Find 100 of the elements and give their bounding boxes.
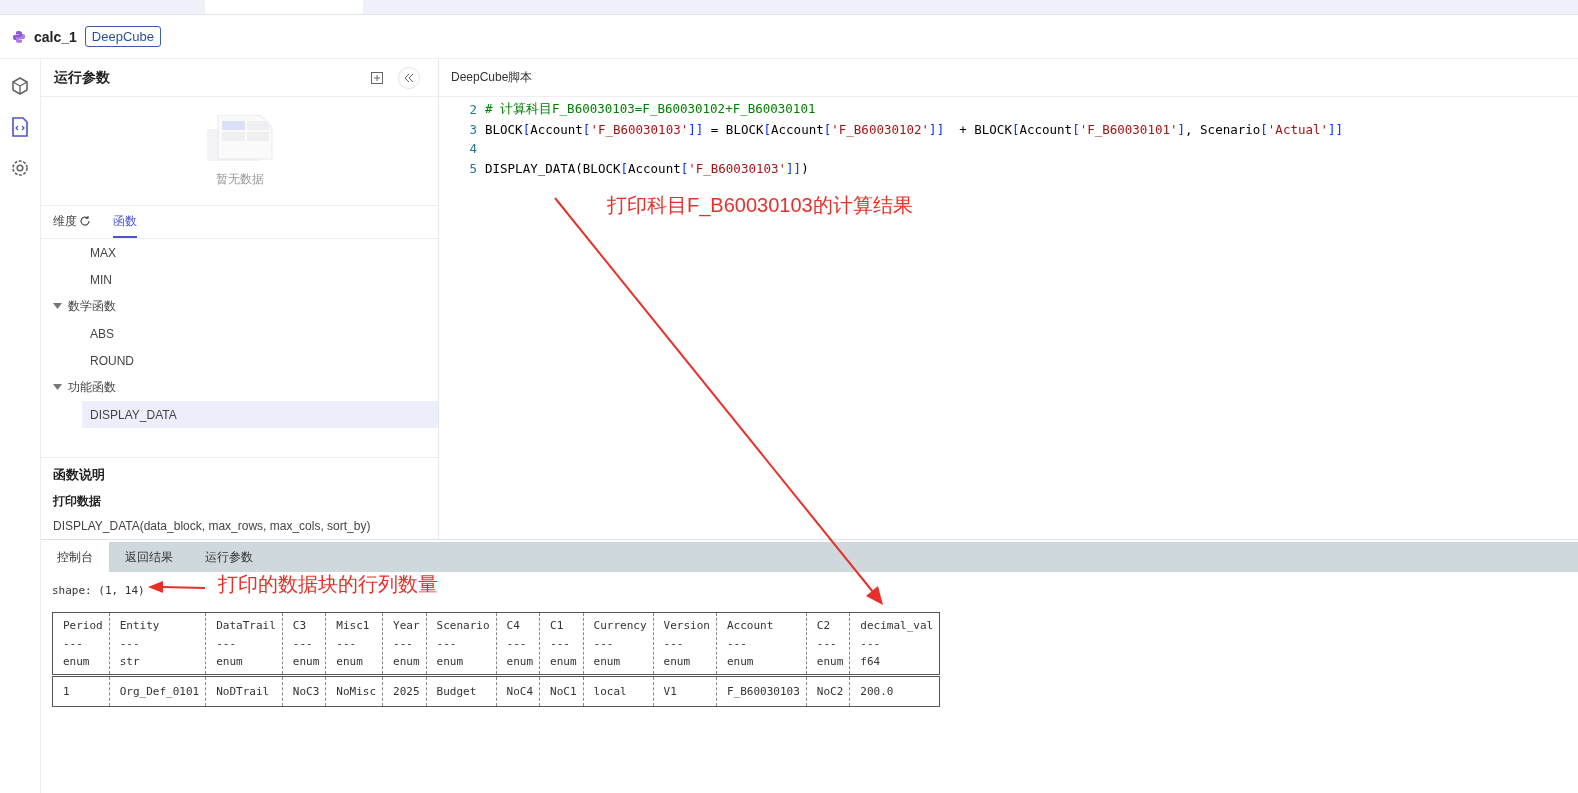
caret-icon[interactable] [53,384,62,391]
column-name: C2 [816,618,832,634]
column-type: enum [393,654,420,670]
table-cell: V1 [653,675,717,707]
shape-text: shape: (1, 14) [52,584,145,597]
tree-group[interactable]: 数学函数 [45,293,438,320]
table-cell: NoDTrail [205,675,283,707]
panel-tab[interactable]: 维度 [53,206,91,238]
refresh-icon[interactable] [79,215,91,227]
column-separator: --- [216,636,238,652]
annotation-text: 打印科目F_B60030103的计算结果 [607,193,913,219]
annotation-text: 打印的数据块的行列数量 [218,572,438,597]
code-line: DISPLAY_DATA(BLOCK[Account['F_B60030103']]) [485,160,809,176]
table-cell: Org_Def_0101 [109,675,206,707]
console-tab[interactable]: 运行参数 [189,542,269,572]
column-separator: --- [816,636,838,652]
settings-icon[interactable] [11,159,29,177]
plus-square-icon[interactable] [371,71,383,84]
column-name: Entity [119,618,161,634]
function-name: 打印数据 [53,493,102,510]
column-type: str [119,654,141,670]
column-type: enum [816,654,844,670]
column-separator: --- [393,636,414,652]
column-separator: --- [292,636,314,652]
column-type: enum [436,654,465,670]
column-type: enum [726,654,755,670]
column-type: enum [336,654,364,670]
table-cell: 1 [52,675,110,707]
code-line: BLOCK[Account['F_B60030103']] = BLOCK[Account['F_B60030102']] + BLOCK[Account['F_B60030101'], Scenario['Actual']] [485,121,1344,137]
column-type: enum [63,654,91,670]
group-label: 功能函数 [68,379,116,396]
engine-tag: DeepCube [84,26,161,47]
column-separator: --- [550,636,571,652]
column-name: Scenario [436,618,490,634]
column-separator: --- [336,636,358,652]
column-separator: --- [119,636,141,652]
table-cell: Budget [426,675,497,707]
panel-tab[interactable]: 函数 [113,206,137,238]
column-separator: --- [860,636,882,652]
column-type: enum [506,654,534,670]
column-name: Year [393,618,420,634]
tree-item[interactable]: MAX [82,239,438,266]
column-type: f64 [860,654,882,670]
line-number: 4 [468,141,478,157]
code-line: # 计算科目F_B60030103=F_B60030102+F_B60030101 [485,101,816,119]
table-cell: NoC4 [496,675,540,707]
column-name: C3 [292,618,308,634]
tree-item[interactable]: MIN [82,266,438,293]
column-name: Account [726,618,775,634]
console-tab[interactable]: 返回结果 [109,542,189,572]
table-cell: NoC3 [282,675,326,707]
function-signature: DISPLAY_DATA(data_block, max_rows, max_cols, sort_by) [53,519,372,533]
console-tab[interactable]: 控制台 [41,542,109,572]
table-cell: NoC1 [539,675,584,707]
empty-table-icon [206,114,273,161]
collapse-button[interactable] [398,66,420,89]
description-title: 函数说明 [53,466,106,484]
column-name: decimal_val [860,618,934,634]
column-separator: --- [593,636,615,652]
line-number: 2 [468,102,478,118]
annotation-arrow [148,581,206,593]
column-name: DataTrail [216,618,276,634]
editor-title: DeepCube脚本 [439,59,1578,97]
column-name: Period [63,618,103,634]
table-cell: 200.0 [849,675,940,707]
column-name: Version [663,618,710,634]
group-label: 数学函数 [68,298,116,315]
column-type: enum [663,654,692,670]
column-separator: --- [63,636,84,652]
column-name: Misc1 [336,618,371,634]
column-type: enum [216,654,244,670]
script-title: calc_1 [34,28,77,45]
panel-title: 运行参数 [54,68,111,87]
column-separator: --- [663,636,685,652]
table-cell: 2025 [382,675,427,707]
column-separator: --- [506,636,528,652]
table-cell: F_B60030103 [716,675,807,707]
column-name: Currency [593,618,647,634]
table-cell: NoMisc [325,675,383,707]
tree-group[interactable]: 功能函数 [45,374,438,401]
column-type: enum [550,654,577,670]
tree-item[interactable]: DISPLAY_DATA [82,401,438,428]
column-separator: --- [436,636,458,652]
caret-icon[interactable] [53,303,62,310]
column-name: C4 [506,618,521,634]
line-number: 3 [468,121,478,137]
code-file-icon[interactable] [11,117,29,137]
column-separator: --- [726,636,748,652]
python-logo-icon [12,29,26,44]
table-cell: NoC2 [806,675,850,707]
column-type: enum [292,654,320,670]
cube-icon[interactable] [11,77,29,95]
line-number: 5 [468,160,478,176]
tree-item[interactable]: ABS [82,320,438,347]
column-type: enum [593,654,622,670]
column-name: C1 [550,618,565,634]
tree-item[interactable]: ROUND [82,347,438,374]
empty-text: 暂无数据 [215,170,264,188]
table-cell: local [583,675,654,707]
double-chevron-icon[interactable] [404,72,414,83]
